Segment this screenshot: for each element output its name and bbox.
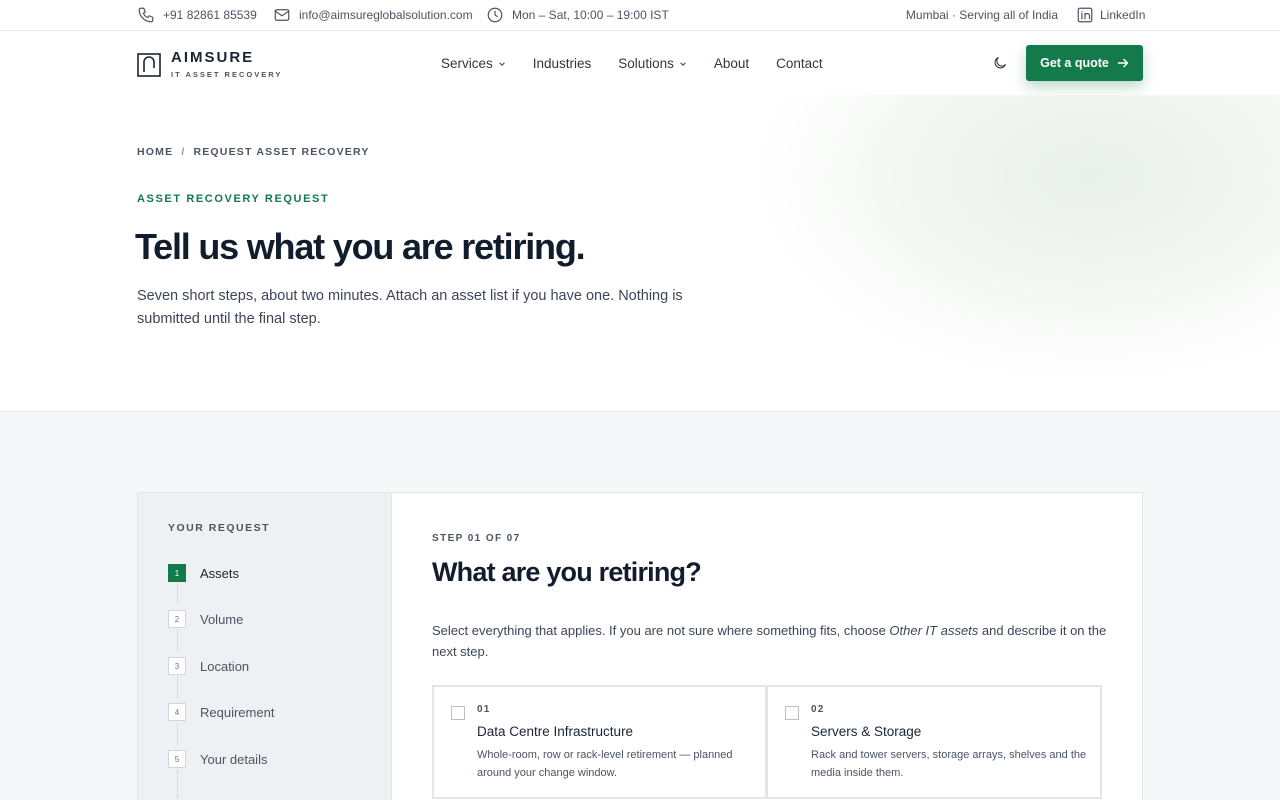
email-address: info@aimsureglobalsolution.com: [299, 8, 473, 22]
breadcrumb-current: REQUEST ASSET RECOVERY: [193, 146, 370, 158]
nav-item-about[interactable]: About: [714, 55, 749, 72]
main-nav: Services Industries Solutions About Cont…: [441, 55, 823, 72]
nav-item-services[interactable]: Services: [441, 55, 506, 72]
moon-icon[interactable]: [992, 55, 1008, 71]
option-number: 01: [477, 704, 491, 715]
option-title: Servers & Storage: [811, 724, 922, 739]
phone-icon: [138, 7, 154, 23]
sidebar-title: YOUR REQUEST: [168, 522, 271, 534]
nav-label: Contact: [776, 56, 823, 71]
nav-item-contact[interactable]: Contact: [776, 55, 823, 72]
business-hours: Mon – Sat, 10:00 – 19:00 IST: [512, 8, 669, 22]
topbar-hours: Mon – Sat, 10:00 – 19:00 IST: [486, 6, 669, 24]
mail-icon: [274, 9, 290, 21]
step-label: Requirement: [200, 704, 275, 720]
step-connector: [177, 723, 178, 745]
step-number: 3: [168, 657, 186, 675]
option-servers-storage[interactable]: 02 Servers & Storage Rack and tower serv…: [766, 685, 1102, 799]
top-utility-bar: +91 82861 85539 info@aimsureglobalsoluti…: [0, 0, 1280, 31]
page-title: Tell us what you are retiring.: [135, 226, 586, 267]
nav-item-industries[interactable]: Industries: [533, 55, 592, 72]
step-label: Location: [200, 658, 250, 674]
topbar-email[interactable]: info@aimsureglobalsolution.com: [273, 6, 473, 24]
linkedin-icon: [1077, 7, 1093, 23]
step-assets[interactable]: 1 Assets: [168, 564, 239, 582]
nav-label: Services: [441, 56, 493, 71]
step-connector: [177, 629, 178, 651]
step-number: 2: [168, 610, 186, 628]
linkedin-link[interactable]: LinkedIn: [1076, 6, 1145, 24]
option-number: 02: [811, 704, 825, 715]
chevron-down-icon: [680, 61, 686, 66]
request-section: YOUR REQUEST 1 Assets 2 Volume 3 Locatio…: [0, 412, 1280, 800]
logo-mark-icon: [137, 52, 161, 77]
option-title: Data Centre Infrastructure: [477, 724, 634, 739]
breadcrumb-separator: /: [181, 146, 186, 158]
step-label: Your details: [200, 751, 268, 767]
step-number: 5: [168, 750, 186, 768]
step-location[interactable]: 3 Location: [168, 657, 249, 675]
linkedin-label: LinkedIn: [1100, 8, 1146, 22]
step-connector: [177, 769, 178, 799]
get-a-quote-button[interactable]: Get a quote: [1026, 45, 1143, 81]
cta-label: Get a quote: [1040, 56, 1109, 70]
hero-subtitle: Seven short steps, about two minutes. At…: [137, 288, 683, 327]
step-connector: [177, 676, 178, 698]
nav-label: About: [713, 56, 750, 71]
breadcrumb-home[interactable]: HOME: [137, 146, 173, 158]
option-description: Whole-room, row or rack-level retirement…: [477, 749, 733, 779]
step-volume[interactable]: 2 Volume: [168, 610, 243, 628]
step-counter: STEP 01 OF 07: [432, 533, 521, 544]
step-number: 1: [168, 564, 186, 582]
site-header: AIMSURE IT ASSET RECOVERY Services Indus…: [0, 31, 1280, 95]
nav-label: Solutions: [618, 56, 674, 71]
hero-section: HOME / REQUEST ASSET RECOVERY ASSET RECO…: [0, 95, 1280, 412]
clock-icon: [487, 7, 503, 23]
form-title: What are you retiring?: [432, 557, 702, 587]
option-checkbox[interactable]: [451, 706, 465, 720]
breadcrumb: HOME / REQUEST ASSET RECOVERY: [137, 146, 370, 158]
step-your-details[interactable]: 5 Your details: [168, 750, 267, 768]
service-location: Mumbai · Serving all of India: [905, 8, 1058, 22]
desc-text: Select everything that applies. If you a…: [432, 623, 890, 638]
hero-eyebrow: ASSET RECOVERY REQUEST: [137, 193, 330, 205]
brand-name: AIMSURE: [171, 49, 255, 66]
phone-number: +91 82861 85539: [163, 8, 257, 22]
request-card: YOUR REQUEST 1 Assets 2 Volume 3 Locatio…: [137, 492, 1143, 800]
step-connector: [177, 583, 178, 604]
step-label: Assets: [200, 565, 240, 581]
desc-emphasis: Other IT assets: [889, 623, 979, 638]
request-sidebar: YOUR REQUEST 1 Assets 2 Volume 3 Locatio…: [138, 493, 392, 800]
option-description: Rack and tower servers, storage arrays, …: [811, 749, 1087, 779]
nav-item-solutions[interactable]: Solutions: [618, 55, 687, 72]
brand-text: AIMSURE IT ASSET RECOVERY: [171, 49, 283, 80]
option-data-centre-infrastructure[interactable]: 01 Data Centre Infrastructure Whole-room…: [432, 685, 767, 799]
option-checkbox[interactable]: [785, 706, 799, 720]
step-label: Volume: [200, 611, 244, 627]
brand-logo[interactable]: AIMSURE IT ASSET RECOVERY: [137, 50, 282, 79]
form-description: Select everything that applies. If you a…: [432, 621, 1112, 662]
nav-label: Industries: [532, 56, 592, 71]
arrow-right-icon: [1117, 58, 1129, 68]
asset-options-grid: 01 Data Centre Infrastructure Whole-room…: [432, 685, 1102, 799]
brand-tagline: IT ASSET RECOVERY: [171, 70, 283, 79]
request-form: STEP 01 OF 07 What are you retiring? Sel…: [392, 493, 1142, 800]
topbar-phone[interactable]: +91 82861 85539: [137, 6, 257, 24]
step-number: 4: [168, 703, 186, 721]
chevron-down-icon: [498, 61, 505, 66]
step-requirement[interactable]: 4 Requirement: [168, 703, 274, 721]
